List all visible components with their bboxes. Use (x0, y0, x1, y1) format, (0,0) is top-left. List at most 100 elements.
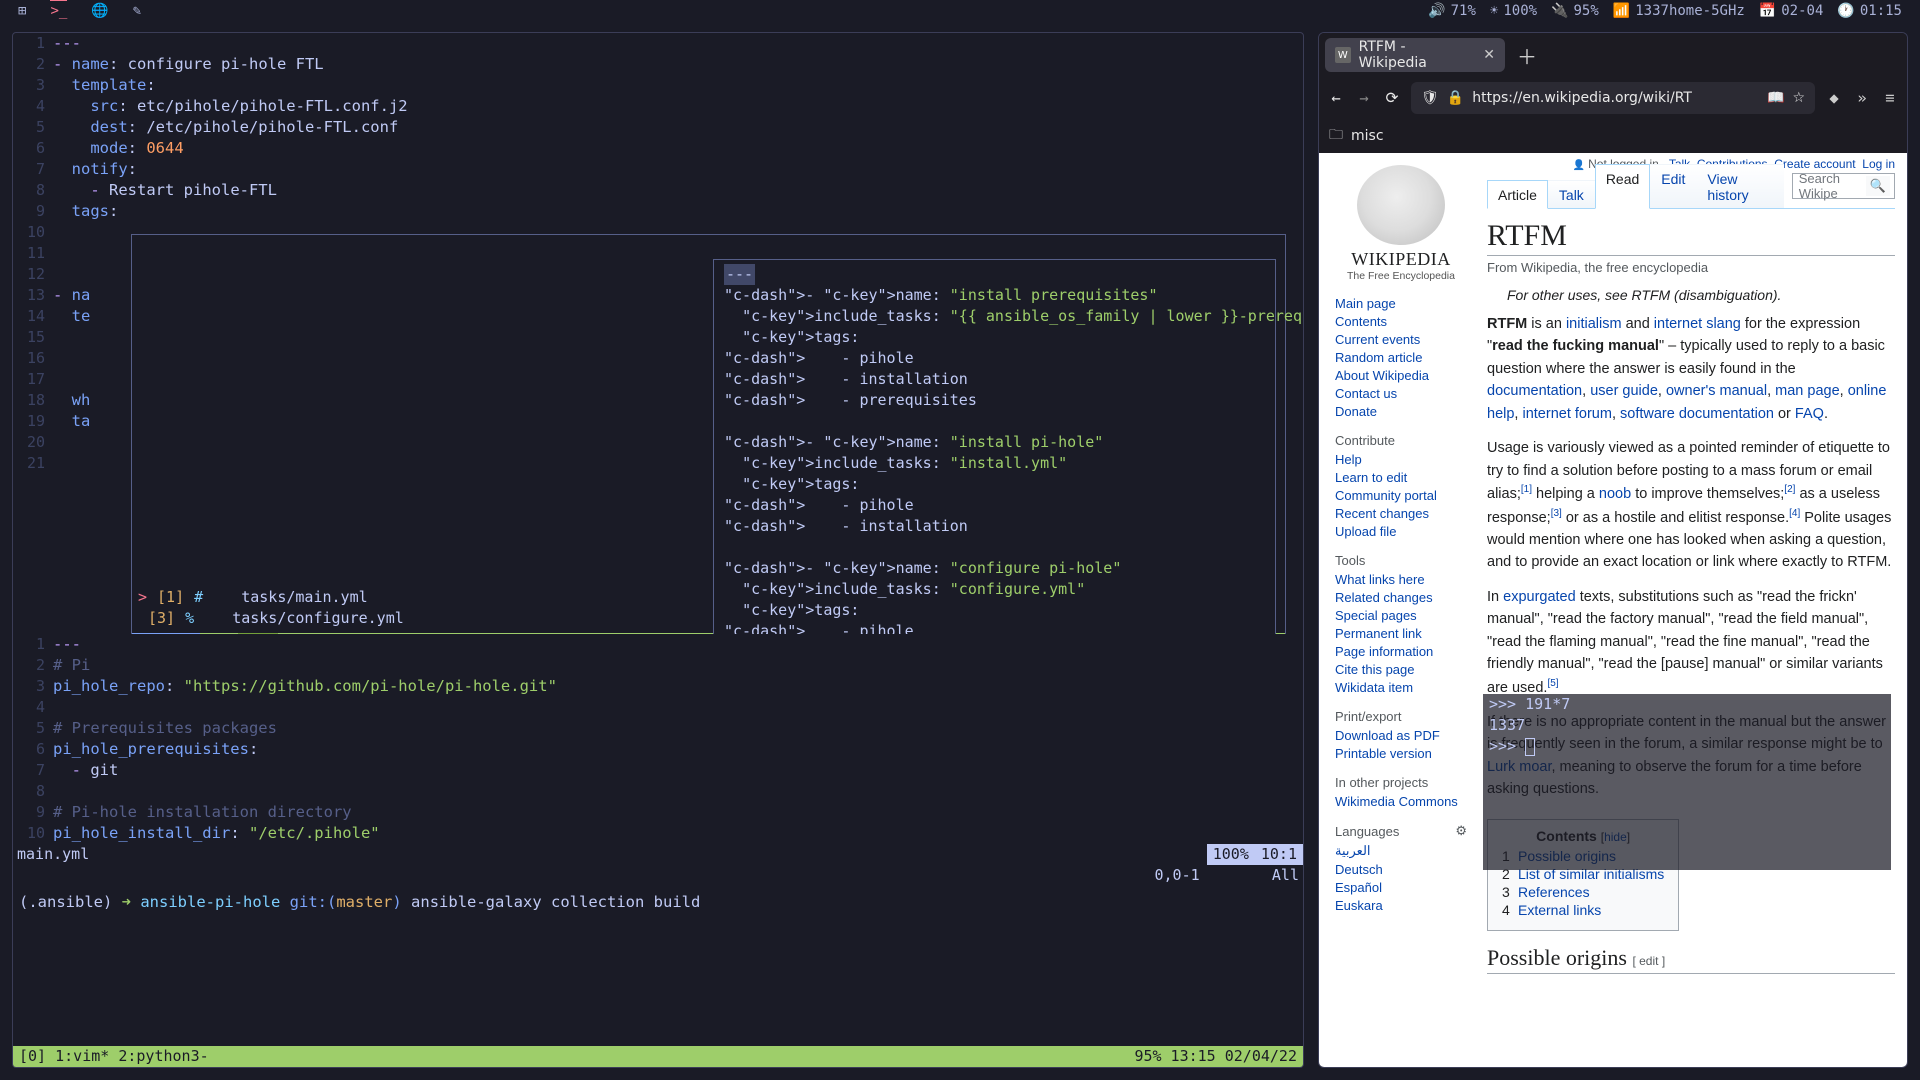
nav-contribute: Help Learn to edit Community portal Recent … (1335, 452, 1467, 539)
link-internet-forum[interactable]: internet forum (1522, 406, 1611, 422)
nav-item[interactable]: Community portal (1335, 488, 1467, 503)
nav-item[interactable]: Download as PDF (1335, 728, 1467, 743)
shell-prompt-area[interactable]: (.ansible) ➜ ansible-pi-hole git:(master… (13, 886, 1303, 1046)
nav-item[interactable]: Upload file (1335, 524, 1467, 539)
terminal-pane[interactable]: 123456789101112131415161718192021 --- - … (12, 32, 1304, 1068)
nav-item[interactable]: Cite this page (1335, 662, 1467, 677)
view-tab[interactable]: View history (1696, 164, 1783, 208)
wifi-indicator: 📶 1337home-5GHz (1613, 3, 1745, 19)
link-man-page[interactable]: man page (1775, 383, 1840, 399)
back-button[interactable]: ← (1327, 89, 1345, 107)
link-faq[interactable]: FAQ (1795, 406, 1824, 422)
browser-tab-active[interactable]: W RTFM - Wikipedia ✕ (1325, 38, 1505, 72)
nav-item[interactable]: Current events (1335, 332, 1467, 347)
nav-item[interactable]: Learn to edit (1335, 470, 1467, 485)
nav-item[interactable]: Español (1335, 880, 1467, 895)
new-tab-button[interactable]: ＋ (1511, 41, 1543, 70)
shell-cwd: ansible-pi-hole (140, 893, 280, 911)
nav-item[interactable]: Euskara (1335, 898, 1467, 913)
code-lower[interactable]: --- # Pi pi_hole_repo: "https://github.c… (53, 634, 1303, 844)
link-owners-manual[interactable]: owner's manual (1666, 383, 1767, 399)
link-software-documentation[interactable]: software documentation (1620, 406, 1774, 422)
bookmarks-bar[interactable]: 🗀 misc (1319, 119, 1907, 153)
search-input[interactable]: Search Wikipe 🔍 (1792, 173, 1895, 199)
address-bar[interactable]: 🛡 🔒 https://en.wikipedia.org/wiki/RT 📖 ☆ (1411, 82, 1815, 114)
link-user-guide[interactable]: user guide (1590, 383, 1658, 399)
view-tab[interactable]: Read (1595, 164, 1650, 209)
browser-tabstrip[interactable]: W RTFM - Wikipedia ✕ ＋ (1319, 33, 1907, 77)
nav-item[interactable]: Contents (1335, 314, 1467, 329)
terminal-icon[interactable]: >_ (50, 0, 67, 19)
reload-button[interactable]: ⟳ (1383, 89, 1401, 107)
article-tab[interactable]: Article (1487, 180, 1548, 209)
page-title: RTFM (1487, 219, 1895, 256)
link-internet-slang[interactable]: internet slang (1654, 316, 1741, 332)
nav-item[interactable]: العربية (1335, 843, 1467, 859)
globe-icon[interactable]: 🌐 (91, 3, 108, 19)
nav-print-header: Print/export (1335, 709, 1467, 724)
edit-icon[interactable]: ✎ (133, 3, 141, 19)
page-content[interactable]: WIKIPEDIA The Free Encyclopedia Main pag… (1319, 153, 1907, 1067)
workspace-icon[interactable]: ⊞ (18, 3, 26, 19)
browser-window[interactable]: W RTFM - Wikipedia ✕ ＋ ← → ⟳ 🛡 🔒 https:/… (1318, 32, 1908, 1068)
link-initialism[interactable]: initialism (1566, 316, 1622, 332)
forward-button[interactable]: → (1355, 89, 1373, 107)
nav-item[interactable]: Help (1335, 452, 1467, 467)
nav-item[interactable]: Wikimedia Commons (1335, 794, 1467, 809)
article-body[interactable]: Not logged in Talk Contributions Create … (1477, 153, 1907, 1067)
nav-item[interactable]: Contact us (1335, 386, 1467, 401)
status-percent: 100% (1207, 844, 1255, 865)
nav-item[interactable]: Recent changes (1335, 506, 1467, 521)
nav-item[interactable]: Donate (1335, 404, 1467, 419)
url-text: https://en.wikipedia.org/wiki/RT (1472, 90, 1692, 106)
nav-other-header: In other projects (1335, 775, 1467, 790)
nav-item[interactable]: What links here (1335, 572, 1467, 587)
toc-item[interactable]: 1Possible origins (1502, 848, 1664, 864)
reader-mode-icon[interactable]: 📖 (1767, 90, 1784, 106)
nav-item[interactable]: Related changes (1335, 590, 1467, 605)
view-tab[interactable]: Edit (1650, 164, 1696, 208)
line-gutter-upper: 123456789101112131415161718192021 (13, 33, 53, 634)
link-documentation[interactable]: documentation (1487, 383, 1582, 399)
code-upper[interactable]: --- - name: configure pi-hole FTL templa… (53, 33, 1303, 634)
shell-venv: (.ansible) (19, 893, 112, 911)
nav-item[interactable]: Wikidata item (1335, 680, 1467, 695)
wikipedia-wordmark: WIKIPEDIA (1335, 249, 1467, 270)
bookmark-star-icon[interactable]: ☆ (1792, 90, 1805, 106)
toc-item[interactable]: 4External links (1502, 902, 1664, 918)
nav-item[interactable]: Random article (1335, 350, 1467, 365)
nav-item[interactable]: Main page (1335, 296, 1467, 311)
toc-item[interactable]: 3References (1502, 884, 1664, 900)
link-noob[interactable]: noob (1599, 486, 1631, 502)
shield-icon[interactable]: 🛡 (1421, 90, 1439, 106)
nav-print: Download as PDF Printable version (1335, 728, 1467, 761)
toc-item[interactable]: 2List of similar initialisms (1502, 866, 1664, 882)
nav-item[interactable]: About Wikipedia (1335, 368, 1467, 383)
article-text: RTFM is an initialism and internet slang… (1487, 313, 1895, 801)
nav-tools: What links here Related changes Special pa… (1335, 572, 1467, 695)
link-expurgated[interactable]: expurgated (1503, 589, 1576, 605)
hatnote: For other uses, see RTFM (disambiguation… (1487, 287, 1895, 303)
search-icon[interactable]: 🔍 (1866, 176, 1890, 196)
lock-icon[interactable]: 🔒 (1447, 90, 1464, 106)
article-tab[interactable]: Talk (1548, 180, 1595, 208)
section-edit-link[interactable]: [ edit ] (1632, 954, 1665, 968)
gear-icon[interactable]: ⚙ (1455, 823, 1467, 839)
tab-close-icon[interactable]: ✕ (1483, 47, 1495, 63)
hatnote-link[interactable]: RTFM (disambiguation) (1632, 287, 1778, 303)
menu-icon[interactable]: ≡ (1881, 89, 1899, 107)
bookmark-folder[interactable]: misc (1351, 128, 1384, 144)
extension-icon[interactable]: ◆ (1825, 89, 1843, 107)
toc-hide-link[interactable]: hide (1604, 830, 1627, 844)
wikipedia-logo[interactable]: WIKIPEDIA The Free Encyclopedia (1335, 165, 1467, 282)
vim-ruler: 0,0-1 All (13, 865, 1303, 886)
nav-item[interactable]: Page information (1335, 644, 1467, 659)
overflow-icon[interactable]: » (1853, 89, 1871, 107)
nav-item[interactable]: Deutsch (1335, 862, 1467, 877)
nav-item[interactable]: Printable version (1335, 746, 1467, 761)
nav-item[interactable]: Special pages (1335, 608, 1467, 623)
nav-lang-header: Languages⚙ (1335, 823, 1467, 839)
link-lurk-moar[interactable]: Lurk moar (1487, 759, 1551, 775)
vim-statusline: main.yml 100% 10:1 (13, 844, 1303, 865)
nav-item[interactable]: Permanent link (1335, 626, 1467, 641)
